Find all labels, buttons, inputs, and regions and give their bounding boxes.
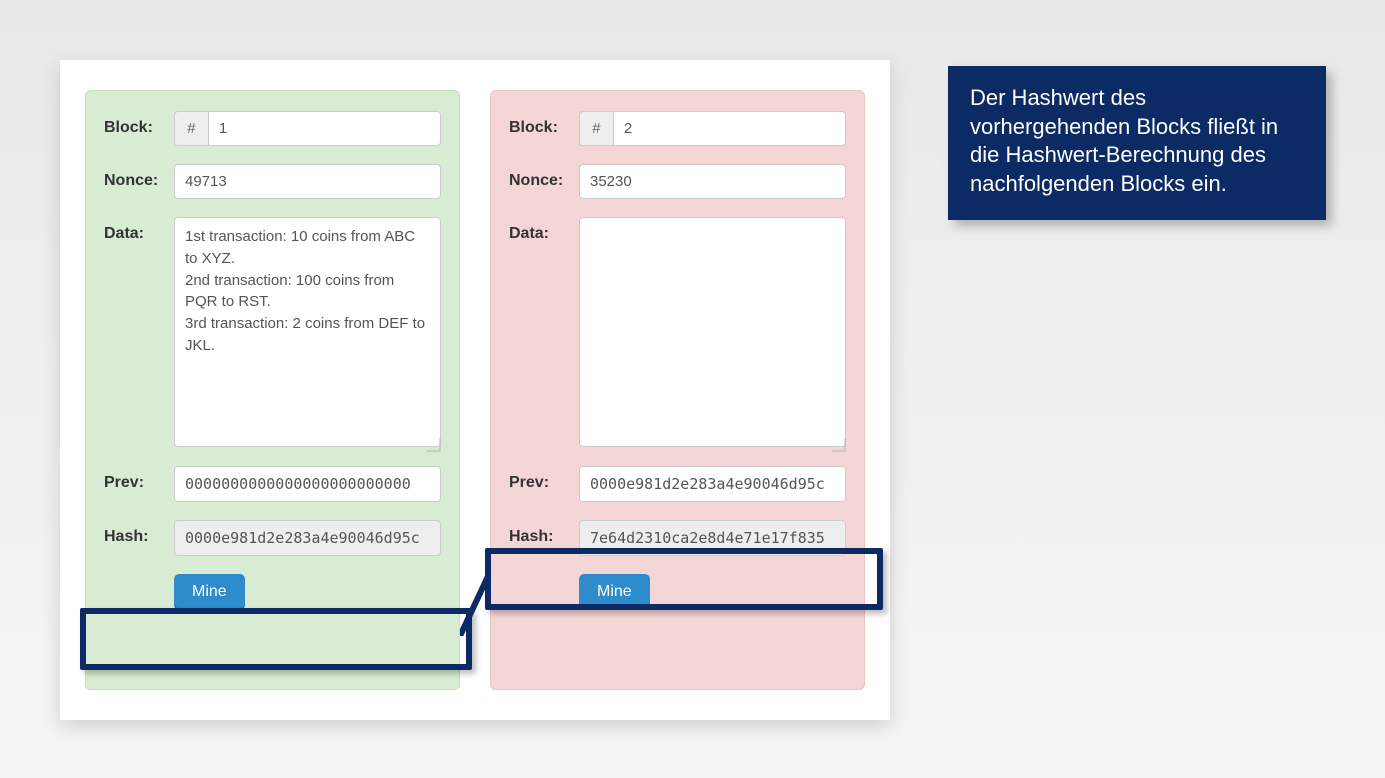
resize-handle-icon <box>832 438 846 452</box>
prev-label: Prev: <box>104 466 174 492</box>
mine-button[interactable]: Mine <box>174 574 245 610</box>
data-label: Data: <box>509 217 579 243</box>
resize-handle-icon <box>427 438 441 452</box>
data-label: Data: <box>104 217 174 243</box>
hash-symbol: # <box>174 111 208 146</box>
prev-label: Prev: <box>509 466 579 492</box>
nonce-label: Nonce: <box>104 164 174 190</box>
explanation-callout: Der Hashwert des vorhergehenden Blocks f… <box>948 66 1326 220</box>
block-label: Block: <box>104 111 174 137</box>
hash-output: 0000e981d2e283a4e90046d95c <box>174 520 441 556</box>
block-1: Block: # Nonce: Data: Prev: <box>85 90 460 690</box>
mine-button[interactable]: Mine <box>579 574 650 610</box>
nonce-input[interactable] <box>579 164 846 199</box>
block-number-input[interactable] <box>613 111 846 146</box>
data-textarea[interactable] <box>579 217 846 447</box>
block-label: Block: <box>509 111 579 137</box>
data-textarea[interactable] <box>174 217 441 447</box>
prev-hash-input[interactable] <box>174 466 441 502</box>
nonce-input[interactable] <box>174 164 441 199</box>
hash-label: Hash: <box>509 520 579 546</box>
hash-output: 7e64d2310ca2e8d4e71e17f835 <box>579 520 846 556</box>
block-number-input[interactable] <box>208 111 441 146</box>
hash-symbol: # <box>579 111 613 146</box>
block-2: Block: # Nonce: Data: Prev: <box>490 90 865 690</box>
prev-hash-input[interactable] <box>579 466 846 502</box>
blockchain-panel: Block: # Nonce: Data: Prev: <box>60 60 890 720</box>
nonce-label: Nonce: <box>509 164 579 190</box>
hash-label: Hash: <box>104 520 174 546</box>
